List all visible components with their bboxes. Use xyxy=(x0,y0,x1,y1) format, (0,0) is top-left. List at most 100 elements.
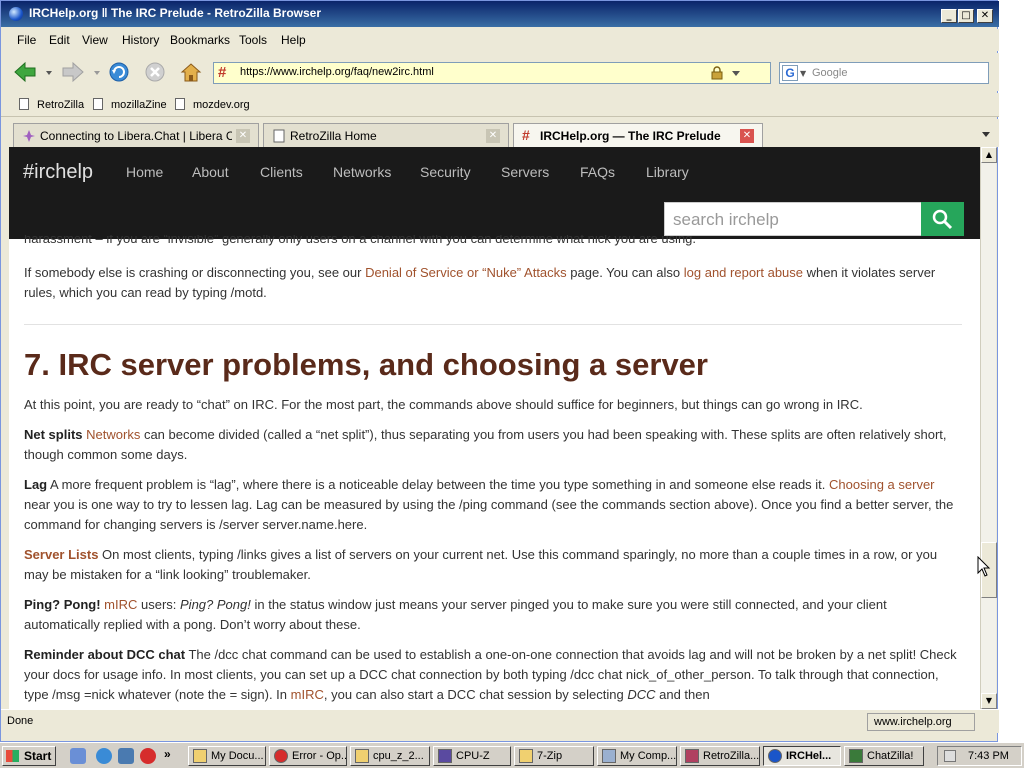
retrozilla-app-icon xyxy=(9,7,23,21)
site-favicon: # xyxy=(218,64,227,81)
task-irchelp[interactable]: IRCHel... xyxy=(763,746,841,766)
web-search-box[interactable]: G ▼ Google xyxy=(779,62,989,84)
search-icon xyxy=(932,209,953,230)
bookmarks-toolbar: RetroZilla mozillaZine mozdev.org xyxy=(1,93,999,117)
mouse-cursor-icon xyxy=(977,556,991,577)
task-error-opera[interactable]: Error - Op... xyxy=(269,746,347,766)
forward-icon[interactable] xyxy=(61,61,85,83)
site-nav-about[interactable]: About xyxy=(192,164,229,180)
outlook-express-icon[interactable] xyxy=(118,748,134,764)
site-nav-home[interactable]: Home xyxy=(126,164,163,180)
task-cpu-z[interactable]: CPU-Z xyxy=(433,746,511,766)
scroll-up-button[interactable]: ▲ xyxy=(981,147,997,163)
server-lists-link[interactable]: Server Lists xyxy=(24,547,98,562)
tab-close-button[interactable]: ✕ xyxy=(740,129,754,143)
site-nav-clients[interactable]: Clients xyxy=(260,164,303,180)
bookmark-retrozilla[interactable]: RetroZilla xyxy=(19,98,84,111)
dos-paragraph: If somebody else is crashing or disconne… xyxy=(24,265,936,300)
site-search-input[interactable]: search irchelp xyxy=(673,210,779,230)
menu-history[interactable]: History xyxy=(122,33,159,47)
start-button[interactable]: Start xyxy=(2,746,56,766)
menu-tools[interactable]: Tools xyxy=(239,33,267,47)
irchelp-favicon: # xyxy=(522,127,530,143)
page-content: #irchelp Home About Clients Networks Sec… xyxy=(9,147,980,709)
tab-close-button[interactable]: ✕ xyxy=(236,129,250,143)
networks-link[interactable]: Networks xyxy=(86,427,140,442)
site-search-button[interactable] xyxy=(921,202,964,236)
site-nav-networks[interactable]: Networks xyxy=(333,164,391,180)
show-desktop-icon[interactable] xyxy=(70,748,86,764)
tab-close-button[interactable]: ✕ xyxy=(486,129,500,143)
url-dropdown-icon[interactable] xyxy=(730,66,742,80)
stop-icon[interactable] xyxy=(143,61,167,83)
back-dropdown-icon[interactable] xyxy=(45,61,53,83)
browser-window: IRCHelp.org ‖ The IRC Prelude - RetroZil… xyxy=(0,0,999,742)
menu-bookmarks[interactable]: Bookmarks xyxy=(170,33,230,47)
site-nav-faqs[interactable]: FAQs xyxy=(580,164,615,180)
tab-irchelp[interactable]: # IRCHelp.org — The IRC Prelude ✕ xyxy=(513,123,763,147)
bookmark-mozdev[interactable]: mozdev.org xyxy=(175,98,250,111)
status-bar: Done www.irchelp.org xyxy=(1,709,999,733)
reload-icon[interactable] xyxy=(107,61,131,83)
menu-view[interactable]: View xyxy=(82,33,108,47)
clock[interactable]: 7:43 PM xyxy=(968,750,1009,762)
bookmark-mozillazine[interactable]: mozillaZine xyxy=(93,98,167,111)
tray-icon[interactable] xyxy=(944,750,956,762)
menu-edit[interactable]: Edit xyxy=(49,33,70,47)
task-my-computer[interactable]: My Comp... xyxy=(597,746,677,766)
forward-dropdown-icon[interactable] xyxy=(93,61,101,83)
choosing-server-link[interactable]: Choosing a server xyxy=(829,477,935,492)
dcc-paragraph: Reminder about DCC chat The /dcc chat co… xyxy=(24,647,957,702)
computer-icon xyxy=(602,749,616,763)
mirc-link[interactable]: mIRC xyxy=(291,687,324,702)
internet-explorer-icon[interactable] xyxy=(96,748,112,764)
lag-paragraph: Lag A more frequent problem is “lag”, wh… xyxy=(24,477,954,532)
site-nav-servers[interactable]: Servers xyxy=(501,164,549,180)
cut-paragraph: harassment – if you are “invisible” gene… xyxy=(24,235,697,246)
menu-help[interactable]: Help xyxy=(281,33,306,47)
minimize-button[interactable]: _ xyxy=(941,9,957,23)
vertical-scrollbar[interactable]: ▲ ▼ xyxy=(980,147,997,709)
tab-libera-chat[interactable]: Connecting to Libera.Chat | Libera Chat … xyxy=(13,123,259,147)
dos-link[interactable]: Denial of Service or “Nuke” Attacks xyxy=(365,265,567,280)
scroll-down-button[interactable]: ▼ xyxy=(981,693,997,709)
task-7zip[interactable]: 7-Zip xyxy=(514,746,594,766)
mirc-link[interactable]: mIRC xyxy=(104,597,137,612)
page-icon xyxy=(175,98,185,110)
site-search-box[interactable]: search irchelp xyxy=(664,202,922,236)
tab-list-icon[interactable] xyxy=(979,127,993,141)
status-host: www.irchelp.org xyxy=(867,713,975,731)
task-retrozilla[interactable]: RetroZilla... xyxy=(680,746,760,766)
opera-icon xyxy=(274,749,288,763)
site-brand[interactable]: #irchelp xyxy=(23,161,93,184)
tab-bar: Connecting to Libera.Chat | Libera Chat … xyxy=(1,119,999,147)
retrozilla-icon xyxy=(685,749,699,763)
search-engine-icon[interactable]: G xyxy=(782,65,798,81)
report-abuse-link[interactable]: log and report abuse xyxy=(684,265,803,280)
window-title: IRCHelp.org ‖ The IRC Prelude - RetroZil… xyxy=(29,6,322,20)
netsplits-paragraph: Net splits Networks can become divided (… xyxy=(24,427,947,462)
search-engine-dropdown-icon[interactable]: ▼ xyxy=(800,69,806,78)
site-nav-security[interactable]: Security xyxy=(420,164,471,180)
opera-icon[interactable] xyxy=(140,748,156,764)
section-heading: 7. IRC server problems, and choosing a s… xyxy=(24,347,708,382)
taskbar: Start » My Docu... Error - Op... cpu_z_2… xyxy=(0,742,1024,768)
quick-launch-chevron[interactable]: » xyxy=(164,747,171,761)
page-icon xyxy=(273,129,285,143)
address-bar[interactable]: # https://www.irchelp.org/faq/new2irc.ht… xyxy=(213,62,771,84)
chatzilla-icon xyxy=(849,749,863,763)
web-search-input[interactable]: Google xyxy=(812,67,847,79)
tab-retrozilla-home[interactable]: RetroZilla Home ✕ xyxy=(263,123,509,147)
maximize-button[interactable]: □ xyxy=(958,9,974,23)
title-bar[interactable]: IRCHelp.org ‖ The IRC Prelude - RetroZil… xyxy=(1,1,999,27)
page-icon xyxy=(93,98,103,110)
home-icon[interactable] xyxy=(179,61,203,83)
task-chatzilla[interactable]: ChatZilla! xyxy=(844,746,924,766)
task-my-documents[interactable]: My Docu... xyxy=(188,746,266,766)
site-nav-library[interactable]: Library xyxy=(646,164,689,180)
address-input[interactable]: https://www.irchelp.org/faq/new2irc.html xyxy=(240,66,434,78)
back-icon[interactable] xyxy=(13,61,37,83)
task-cpu-z-folder[interactable]: cpu_z_2... xyxy=(350,746,430,766)
menu-file[interactable]: File xyxy=(17,33,36,47)
close-button[interactable]: ✕ xyxy=(977,9,993,23)
